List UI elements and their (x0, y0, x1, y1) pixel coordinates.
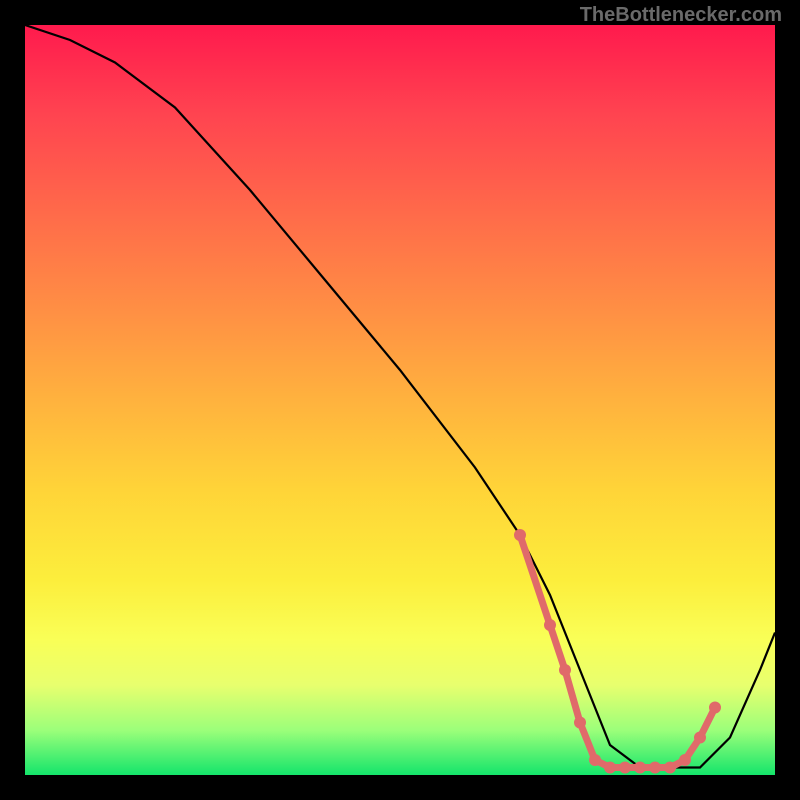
marker-group (514, 529, 721, 774)
marker-dot (589, 754, 601, 766)
bottleneck-curve (25, 25, 775, 768)
marker-dot (634, 762, 646, 774)
marker-dot (709, 702, 721, 714)
marker-dot (559, 664, 571, 676)
marker-path (520, 535, 715, 768)
marker-dot (574, 717, 586, 729)
marker-dot (694, 732, 706, 744)
chart-container: TheBottlenecker.com (0, 0, 800, 800)
watermark-text: TheBottlenecker.com (580, 4, 782, 27)
plot-area (25, 25, 775, 775)
marker-dot (679, 754, 691, 766)
marker-dot (544, 619, 556, 631)
marker-dot (514, 529, 526, 541)
marker-dot (619, 762, 631, 774)
marker-dot (649, 762, 661, 774)
marker-dot (604, 762, 616, 774)
curve-svg (25, 25, 775, 775)
marker-dot (664, 762, 676, 774)
